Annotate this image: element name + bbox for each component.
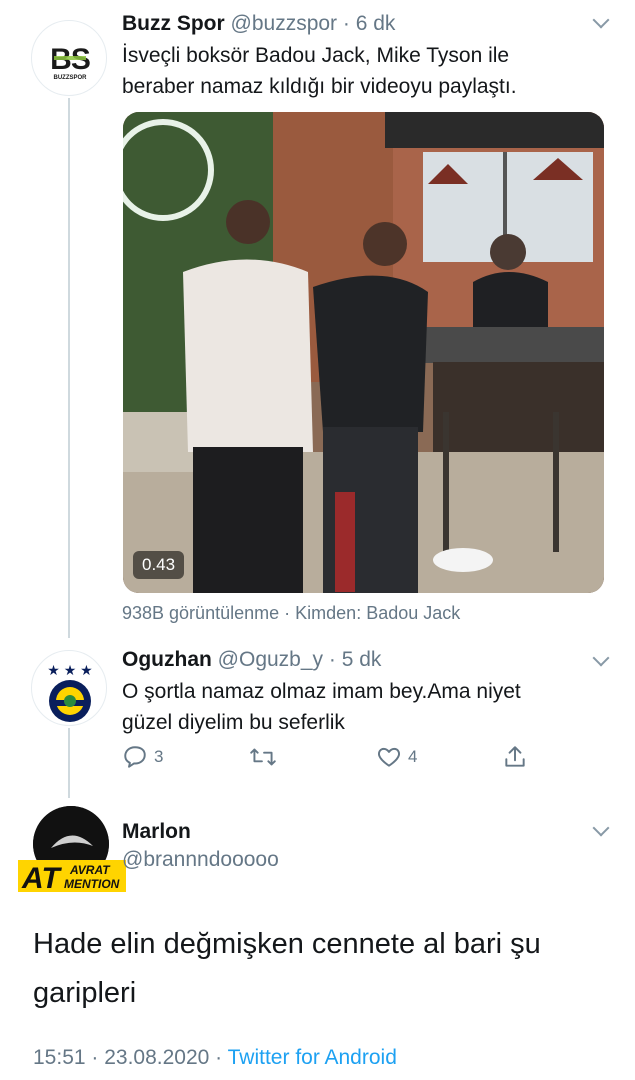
tweet-buzzspor[interactable]: BS BUZZSPOR Buzz Spor @buzzspor · 6 dk İ… — [0, 0, 635, 640]
fenerbahce-logo-icon: ★ ★ ★ — [47, 662, 93, 722]
tweet-header: Marlon — [122, 820, 191, 844]
tweet-header: Oguzhan @Oguzb_y · 5 dk — [122, 648, 381, 672]
author-name[interactable]: Oguzhan — [122, 648, 212, 671]
like-button[interactable]: 4 — [376, 744, 417, 770]
view-count: 938B görüntülenme — [122, 603, 280, 623]
svg-text:AT: AT — [21, 862, 62, 894]
tweet-source-link[interactable]: Twitter for Android — [228, 1046, 397, 1069]
separator-dot: · — [328, 648, 336, 671]
buzzspor-logo-icon: BS BUZZSPOR — [42, 31, 98, 87]
author-handle[interactable]: @brannndooooo — [122, 848, 279, 871]
tweet-text-line: güzel diyelim bu seferlik — [122, 711, 345, 734]
video-player[interactable]: 0.43 — [123, 112, 604, 593]
author-name[interactable]: Buzz Spor — [122, 12, 225, 35]
tweet-handle-row: @brannndooooo — [122, 848, 279, 872]
share-icon — [505, 746, 525, 767]
chevron-down-icon[interactable] — [592, 819, 610, 837]
tweet-text-line: Hade elin değmişken cennete al bari şu — [33, 928, 541, 960]
tweet-text-line: garipleri — [33, 977, 137, 1009]
tweet-header: Buzz Spor @buzzspor · 6 dk — [122, 12, 395, 36]
retweet-button[interactable] — [248, 744, 284, 770]
tweet-text-line: İsveçli boksör Badou Jack, Mike Tyson il… — [122, 44, 510, 67]
like-count: 4 — [408, 747, 418, 766]
retweet-icon — [250, 748, 276, 766]
avatar-buzzspor[interactable]: BS BUZZSPOR — [31, 20, 107, 96]
author-handle[interactable]: @Oguzb_y — [218, 648, 323, 671]
tweet-text-line: O şortla namaz olmaz imam bey.Ama niyet — [122, 680, 521, 703]
separator-dot: · — [284, 603, 291, 623]
reply-icon — [124, 746, 146, 768]
avatar-overlay-badge: AT AVRAT MENTION — [18, 850, 126, 895]
video-duration-badge: 0.43 — [133, 551, 185, 579]
reply-button[interactable]: 3 — [122, 744, 163, 770]
video-meta: 938B görüntülenme · Kimden: Badou Jack — [122, 603, 460, 624]
chevron-down-icon[interactable] — [592, 649, 610, 667]
avatar-oguzhan[interactable]: ★ ★ ★ — [31, 650, 107, 726]
tweet-actions: 3 4 — [122, 744, 542, 778]
author-name[interactable]: Marlon — [122, 820, 191, 844]
tweet-text: İsveçli boksör Badou Jack, Mike Tyson il… — [122, 40, 602, 102]
share-button[interactable] — [502, 744, 528, 770]
video-source[interactable]: Kimden: Badou Jack — [295, 603, 460, 623]
tweet-text: O şortla namaz olmaz imam bey.Ama niyet … — [122, 676, 602, 738]
tweet-footer: 15:51 · 23.08.2020 · Twitter for Android — [33, 1046, 397, 1070]
video-thumbnail — [123, 112, 604, 593]
tweet-text-line: beraber namaz kıldığı bir videoyu paylaş… — [122, 75, 517, 98]
separator-dot: · — [342, 12, 350, 35]
svg-text:BUZZSPOR: BUZZSPOR — [54, 75, 88, 81]
heart-icon — [378, 747, 400, 767]
reply-count: 3 — [154, 747, 164, 766]
tweet-timestamp[interactable]: 15:51 · 23.08.2020 — [33, 1046, 209, 1069]
svg-text:★ ★ ★: ★ ★ ★ — [47, 662, 92, 678]
main-tweet-text: Hade elin değmişken cennete al bari şu g… — [33, 920, 603, 1018]
tweet-time[interactable]: 5 dk — [342, 648, 382, 671]
author-handle[interactable]: @buzzspor — [231, 12, 338, 35]
svg-text:MENTION: MENTION — [64, 877, 120, 891]
chevron-down-icon[interactable] — [592, 11, 610, 29]
separator-dot: · — [215, 1046, 223, 1069]
atmention-logo-icon: AT AVRAT MENTION — [18, 860, 126, 895]
svg-text:AVRAT: AVRAT — [69, 863, 111, 877]
tweet-time[interactable]: 6 dk — [356, 12, 396, 35]
